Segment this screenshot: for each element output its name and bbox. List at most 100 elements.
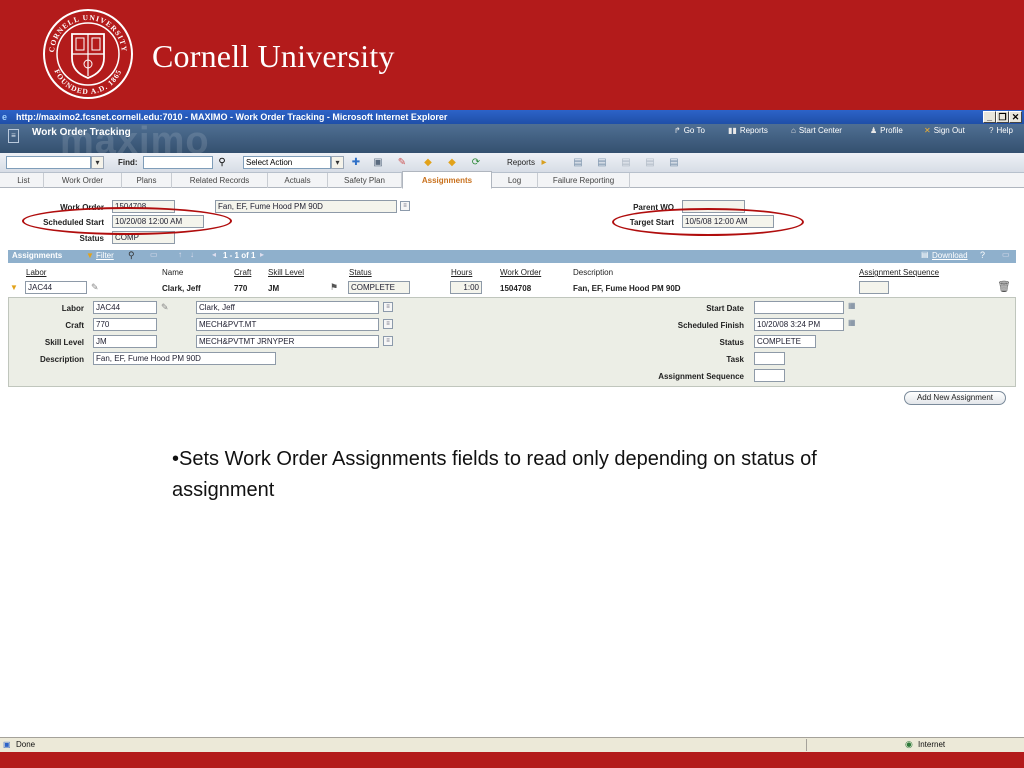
arrow-down-icon[interactable]: ↓ xyxy=(190,250,194,259)
profile-link[interactable]: ♟ Profile xyxy=(870,126,903,135)
clear-filter-icon[interactable]: ▭ xyxy=(150,250,158,259)
minimize-button[interactable]: _ xyxy=(983,111,996,123)
report-icon[interactable]: ▤ xyxy=(644,157,656,169)
trash-icon[interactable]: 🗑 xyxy=(997,280,1011,293)
row-assignment-sequence-field[interactable] xyxy=(859,281,889,294)
previous-icon[interactable]: ◆ xyxy=(422,157,434,169)
binoculars-icon[interactable]: ⚲ xyxy=(216,157,228,169)
previous-page-icon[interactable]: ◂ xyxy=(212,250,216,259)
page-icon: ▣ xyxy=(3,740,11,749)
report-icon[interactable]: ▤ xyxy=(596,157,608,169)
save-icon[interactable]: ▣ xyxy=(372,157,384,169)
col-hours[interactable]: Hours xyxy=(451,268,472,277)
row-expand-icon[interactable]: ▼ xyxy=(10,283,18,292)
query-select[interactable] xyxy=(6,156,91,169)
tab-list[interactable]: List xyxy=(4,173,44,188)
detail-description-field[interactable]: Fan, EF, Fume Hood PM 90D xyxy=(93,352,276,365)
goto-link[interactable]: ↱ Go To xyxy=(674,126,705,135)
detail-start-date-field[interactable] xyxy=(754,301,844,314)
detail-skill-field[interactable]: JM xyxy=(93,335,157,348)
col-status[interactable]: Status xyxy=(349,268,372,277)
footer-bar xyxy=(0,752,1024,768)
detail-scheduled-finish-field[interactable]: 10/20/08 3:24 PM xyxy=(754,318,844,331)
tab-failure-reporting[interactable]: Failure Reporting xyxy=(538,173,630,188)
detail-menu-icon[interactable]: ✎ xyxy=(161,302,169,313)
col-assignment-sequence[interactable]: Assignment Sequence xyxy=(859,268,939,277)
calendar-icon[interactable]: ▦ xyxy=(848,301,856,310)
detail-craft-desc-field[interactable]: MECH&PVT.MT xyxy=(196,318,379,331)
arrow-right-icon[interactable]: ▸ xyxy=(538,157,550,169)
chevron-down-icon[interactable]: ▾ xyxy=(331,156,344,169)
detail-labor-field[interactable]: JAC44 xyxy=(93,301,157,314)
col-labor[interactable]: Labor xyxy=(26,268,46,277)
sign-out-link[interactable]: ✕ Sign Out xyxy=(924,126,965,135)
row-labor-field[interactable]: JAC44 xyxy=(25,281,87,294)
tab-plans[interactable]: Plans xyxy=(122,173,172,188)
detail-menu-icon[interactable]: ✎ xyxy=(91,282,99,293)
find-input[interactable] xyxy=(143,156,213,169)
binoculars-icon[interactable]: ⚲ xyxy=(128,250,135,261)
col-name: Name xyxy=(162,268,184,277)
long-description-icon[interactable]: ≡ xyxy=(383,302,393,312)
long-description-icon[interactable]: ≡ xyxy=(383,319,393,329)
clear-icon[interactable]: ✎ xyxy=(396,157,408,169)
assignments-title: Assignments xyxy=(12,251,63,260)
calendar-icon[interactable]: ▦ xyxy=(848,318,856,327)
long-description-icon[interactable]: ≡ xyxy=(383,336,393,346)
row-description: Fan, EF, Fume Hood PM 90D xyxy=(573,284,681,293)
next-page-icon[interactable]: ▸ xyxy=(260,250,264,259)
cornell-banner: CORNELL UNIVERSITY FOUNDED A.D. 1865 Cor… xyxy=(0,0,1024,110)
tab-safety-plan[interactable]: Safety Plan xyxy=(328,173,402,188)
browser-status-bar: ▣ Done ◉ Internet xyxy=(0,737,1024,752)
select-action-dropdown[interactable]: Select Action xyxy=(243,156,331,169)
reports-icon: ▮▮ xyxy=(728,126,737,135)
detail-status-field[interactable]: COMPLETE xyxy=(754,335,816,348)
detail-assignment-sequence-field[interactable] xyxy=(754,369,785,382)
detail-labor-name-field[interactable]: Clark, Jeff xyxy=(196,301,379,314)
row-hours-field[interactable]: 1:00 xyxy=(450,281,482,294)
tab-actuals[interactable]: Actuals xyxy=(268,173,328,188)
maximo-header: maximo ≡ Work Order Tracking ↱ Go To ▮▮ Re… xyxy=(0,124,1024,153)
tab-assignments[interactable]: Assignments xyxy=(402,171,492,189)
tab-work-order[interactable]: Work Order xyxy=(44,173,122,188)
close-button[interactable]: ✕ xyxy=(1009,111,1022,123)
detail-skill-label: Skill Level xyxy=(44,338,84,347)
refresh-icon[interactable]: ⟳ xyxy=(470,157,482,169)
filter-icon[interactable]: ▼ xyxy=(86,251,94,260)
col-work-order[interactable]: Work Order xyxy=(500,268,541,277)
help-icon[interactable]: ? xyxy=(980,250,985,260)
report-icon[interactable]: ▤ xyxy=(668,157,680,169)
arrow-up-icon[interactable]: ↑ xyxy=(178,250,182,259)
add-new-assignment-button[interactable]: Add New Assignment xyxy=(904,391,1006,405)
help-link[interactable]: ? Help xyxy=(989,126,1013,135)
work-order-description-field[interactable]: Fan, EF, Fume Hood PM 90D xyxy=(215,200,397,213)
change-status-icon[interactable]: ⚑ xyxy=(330,282,338,293)
collapse-icon[interactable]: ▭ xyxy=(1002,250,1010,259)
pager-text: 1 - 1 of 1 xyxy=(223,251,256,260)
col-description: Description xyxy=(573,268,614,277)
new-record-icon[interactable]: ✚ xyxy=(350,157,362,169)
col-craft[interactable]: Craft xyxy=(234,268,251,277)
filter-link[interactable]: Filter xyxy=(96,251,114,260)
detail-task-field[interactable] xyxy=(754,352,785,365)
tab-related-records[interactable]: Related Records xyxy=(172,173,268,188)
reports-link[interactable]: ▮▮ Reports xyxy=(728,126,768,135)
tab-log[interactable]: Log xyxy=(492,173,538,188)
report-icon[interactable]: ▤ xyxy=(572,157,584,169)
report-icon[interactable]: ▤ xyxy=(620,157,632,169)
detail-assignment-sequence-label: Assignment Sequence xyxy=(658,372,744,381)
detail-labor-label: Labor xyxy=(61,304,84,313)
row-status-field[interactable]: COMPLETE xyxy=(348,281,410,294)
detail-skill-desc-field[interactable]: MECH&PVTMT JRNYPER xyxy=(196,335,379,348)
person-icon: ♟ xyxy=(870,126,878,135)
chevron-down-icon[interactable]: ▾ xyxy=(91,156,104,169)
col-skill-level[interactable]: Skill Level xyxy=(268,268,304,277)
document-icon: ≡ xyxy=(8,129,19,143)
long-description-icon[interactable]: ≡ xyxy=(400,201,410,211)
start-center-link[interactable]: ⌂ Start Center xyxy=(791,126,842,135)
sign-out-icon: ✕ xyxy=(924,126,931,135)
restore-button[interactable]: ❐ xyxy=(996,111,1009,123)
detail-craft-field[interactable]: 770 xyxy=(93,318,157,331)
download-link[interactable]: Download xyxy=(932,251,968,260)
next-icon[interactable]: ◆ xyxy=(446,157,458,169)
